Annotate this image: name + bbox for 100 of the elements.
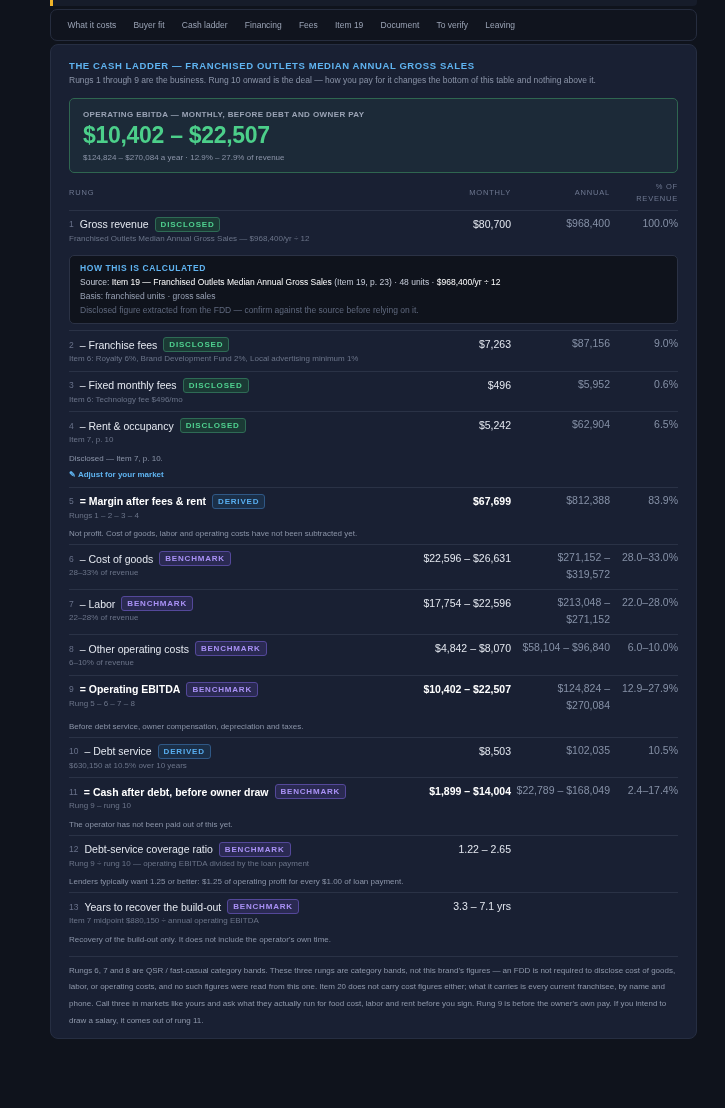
source-tag: BENCHMARK	[274, 784, 347, 799]
monthly-value: $4,842 – $8,070	[434, 641, 511, 655]
rung-number: 11	[69, 786, 78, 797]
revenue-share: 9.0%	[654, 337, 678, 349]
annual-value: $968,400	[566, 216, 610, 229]
rung-note: Lenders typically want 1.25 or better: $1.25 of operating profit for every $1.00 of loan payment.	[69, 877, 405, 886]
nav-tab[interactable]: What it costs	[59, 16, 125, 34]
annual-value: $87,156	[572, 337, 610, 349]
source-tag: DISCLOSED	[163, 337, 230, 352]
rung-number: 7	[69, 598, 74, 609]
caveat-line: Disclosed figure extracted from the FDD — confirm against the source before relying on it.	[80, 305, 420, 315]
annual-value: $213,048 – $271,152	[557, 596, 610, 625]
rung-number: 13	[69, 901, 79, 912]
revenue-share: 10.5%	[648, 743, 678, 756]
nav-tab[interactable]: Cash ladder	[173, 16, 237, 34]
revenue-share: 12.9–27.9%	[621, 681, 678, 694]
revenue-share: 2.4–17.4%	[627, 784, 678, 796]
annual-value: $58,104 – $96,840	[522, 641, 610, 653]
source-tag: BENCHMARK	[159, 551, 231, 566]
footnote: Rungs 6, 7 and 8 are QSR / fast-casual category bands. These three rungs are category bands, not this brand's figures — an FDD is not required to disclose cost of goods, labor, or operating costs, and no such figures were read from this one. Item 20 does not carry cost figures either; what it carries is every current franchisee, by name and phone. Call three in markets like yours and ask what they actually run for food cost, labor and rent before you sign. Rung 9 is before the owner's own pay. If you intend to draw a salary, it comes out of rung 11.	[69, 955, 678, 1030]
annual-value: $5,952	[577, 377, 610, 390]
rung-note: Disclosed — Item 7, p. 10.	[69, 453, 164, 463]
rung-number: 1	[69, 219, 74, 229]
adjust-link[interactable]: ✎ Adjust for your market	[69, 469, 164, 479]
summary-detail: $124,824 – $270,084 a year · 12.9% – 27.9% of revenue	[83, 152, 286, 162]
source-tag: BENCHMARK	[218, 841, 291, 857]
rung-source: Rung 5 – 6 – 7 – 8	[69, 698, 136, 709]
source-tag: DISCLOSED	[154, 216, 221, 232]
rung-source: Rung 9 – rung 10	[69, 801, 132, 812]
rung-number: 10	[69, 746, 79, 756]
rung-label: Debt-service coverage ratio	[84, 843, 213, 855]
revenue-share: 0.6%	[654, 377, 678, 390]
monthly-value: $496	[486, 377, 511, 392]
monthly-value: $22,596 – $26,631	[422, 551, 511, 565]
nav-tab[interactable]: Financing	[236, 16, 291, 34]
rung-source: 28–33% of revenue	[69, 568, 140, 579]
rung-source: 22–28% of revenue	[69, 613, 140, 624]
rung-note: Before debt service, owner compensation, depreciation and taxes.	[69, 721, 305, 731]
section-title: THE CASH LADDER — FRANCHISED OUTLETS MEDIAN ANNUAL GROSS SALES	[69, 60, 476, 71]
source-tag: DISCLOSED	[182, 377, 249, 393]
rung-number: 5	[69, 496, 74, 506]
annual-value: $271,152 – $319,572	[557, 551, 610, 580]
source-tag: DERIVED	[157, 743, 211, 759]
monthly-value: $80,700	[472, 216, 511, 231]
annual-value: $102,035	[566, 743, 610, 756]
source-line: Source: Item 19 — Franchised Outlets Median Annual Gross Sales (Item 19, p. 23) · 48 units · $968,400/yr ÷ 12	[80, 277, 502, 287]
revenue-share: 22.0–28.0%	[621, 596, 678, 608]
rung-source: Rung 9 ÷ rung 10 — operating EBITDA divided by the loan payment	[69, 858, 311, 869]
rung-source: $630,150 at 10.5% over 10 years	[69, 760, 188, 771]
source-tag: DISCLOSED	[179, 418, 246, 433]
rung-number: 2	[69, 339, 74, 350]
monthly-value: $5,242	[477, 418, 511, 432]
revenue-share: 28.0–33.0%	[621, 551, 678, 563]
summary-value: $10,402 – $22,507	[83, 121, 271, 149]
rung-label: – Debt service	[84, 745, 152, 757]
rung-source: Item 6: Royalty 6%, Brand Development Fund 2%, Local advertising minimum 1%	[69, 354, 360, 365]
rung-label: – Franchise fees	[79, 338, 158, 351]
source-tag: BENCHMARK	[227, 899, 299, 914]
monthly-value: $67,699	[472, 493, 511, 508]
revenue-share: 83.9%	[648, 493, 678, 506]
basis-line: Basis: franchised units · gross sales	[80, 291, 217, 301]
rung-number: 3	[69, 380, 74, 390]
monthly-value: $8,503	[477, 743, 511, 758]
annual-value: $62,904	[572, 418, 610, 430]
source-tag: BENCHMARK	[121, 596, 193, 611]
revenue-share: 6.5%	[654, 418, 678, 430]
rung-note: Not profit. Cost of goods, labor and operating costs have not been subtracted yet.	[69, 529, 359, 538]
section-intro: Rungs 1 through 9 are the business. Rung 10 onward is the deal — how you pay for it changes the bottom of this table and nothing above it.	[69, 75, 597, 86]
rung-number: 4	[69, 420, 74, 431]
source-tag: BENCHMARK	[194, 641, 267, 656]
rung-source: Franchised Outlets Median Annual Gross Sales — $968,400/yr ÷ 12	[69, 233, 311, 244]
annual-value: $812,388	[566, 493, 610, 506]
monthly-value: $7,263	[477, 337, 511, 351]
rung-source: Item 7, p. 10	[69, 435, 115, 446]
source-tag: DERIVED	[212, 493, 266, 509]
monthly-value: 3.3 – 7.1 yrs	[452, 899, 511, 913]
rung-source: Rungs 1 – 2 – 3 – 4	[69, 510, 140, 521]
rung-source: 6–10% of revenue	[69, 658, 135, 669]
revenue-share: 6.0–10.0%	[627, 641, 678, 653]
nav-tab[interactable]: Document	[371, 16, 428, 34]
rung-number: 6	[69, 553, 74, 564]
rung-number: 9	[69, 684, 74, 694]
monthly-value: 1.22 – 2.65	[457, 841, 511, 856]
rung-label: – Fixed monthly fees	[79, 379, 177, 391]
rung-number: 8	[69, 643, 74, 654]
nav-tab[interactable]: Fees	[290, 16, 327, 34]
nav-tab[interactable]: Item 19	[326, 16, 372, 34]
source-tag: BENCHMARK	[186, 681, 259, 697]
rung-number: 12	[69, 844, 79, 854]
rung-note: The operator has not been paid out of this yet.	[69, 819, 234, 829]
panel-title: HOW THIS IS CALCULATED	[80, 263, 207, 273]
rung-source: Item 6: Technology fee $496/mo	[69, 394, 184, 405]
nav-tab[interactable]: To verify	[427, 16, 477, 34]
monthly-value: $17,754 – $22,596	[422, 596, 511, 610]
nav-tab[interactable]: Leaving	[476, 16, 524, 34]
monthly-value: $10,402 – $22,507	[422, 681, 511, 696]
monthly-value: $1,899 – $14,004	[428, 784, 511, 798]
rung-label: – Rent & occupancy	[79, 419, 174, 432]
nav-tab[interactable]: Buyer fit	[124, 16, 174, 34]
rung-source: Item 7 midpoint $880,150 ÷ annual operating EBITDA	[69, 916, 260, 927]
